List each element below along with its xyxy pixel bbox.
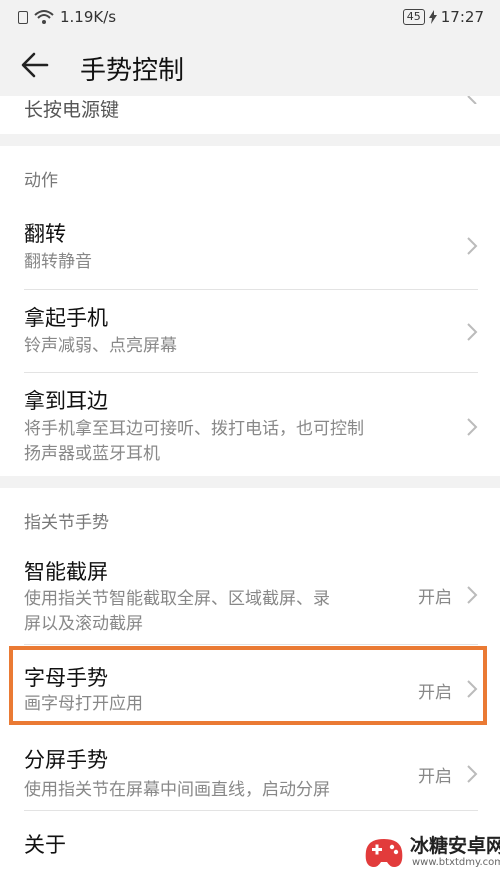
title-bar: 手势控制 [0,36,500,102]
charging-icon [428,10,437,24]
smart-screenshot-subtitle-line1: 使用指关节智能截取全屏、区域截屏、录 [24,589,330,609]
split-screen-subtitle: 使用指关节在屏幕中间画直线，启动分屏 [24,780,330,800]
power-key-card: 长按电源键 [0,96,500,134]
pickup-title: 拿起手机 [24,306,108,330]
split-screen-status: 开启 [418,767,452,787]
actions-card: 动作 翻转 翻转静音 拿起手机 铃声减弱、点亮屏幕 拿到耳边 将手机拿至耳边可接… [0,146,500,476]
chevron-right-icon [467,418,478,436]
page-title: 手势控制 [80,56,185,86]
sim-card-icon [18,10,28,24]
chevron-right-icon [467,323,478,341]
smart-screenshot-title: 智能截屏 [24,560,108,584]
pickup-subtitle: 铃声减弱、点亮屏幕 [24,336,177,356]
chevron-right-icon [467,237,478,255]
section-header-knuckle: 指关节手势 [24,513,109,533]
raise-to-ear-title: 拿到耳边 [24,389,108,413]
flip-subtitle: 翻转静音 [24,252,92,272]
list-item-split-screen-gesture[interactable]: 分屏手势 使用指关节在屏幕中间画直线，启动分屏 开启 [0,728,500,810]
battery-level: 45 [402,9,425,25]
list-item-smart-screenshot[interactable]: 智能截屏 使用指关节智能截取全屏、区域截屏、录 屏以及滚动截屏 开启 [0,546,500,644]
smart-screenshot-subtitle-line2: 屏以及滚动截屏 [24,614,143,634]
chevron-right-icon [467,765,478,783]
power-key-label: 长按电源键 [24,99,120,121]
divider [24,644,478,645]
split-screen-title: 分屏手势 [24,748,108,772]
about-title: 关于 [24,833,66,857]
chevron-right-icon [467,586,478,604]
back-arrow-icon [21,52,49,78]
chevron-right-icon [467,96,477,104]
highlight-frame [9,646,487,725]
section-header-actions: 动作 [24,171,58,191]
raise-to-ear-subtitle-line2: 扬声器或蓝牙耳机 [24,444,160,464]
raise-to-ear-subtitle-line1: 将手机拿至耳边可接听、拨打电话，也可控制 [24,419,364,439]
flip-title: 翻转 [24,222,66,246]
wifi-icon [34,10,54,24]
gamepad-logo-icon [365,839,403,867]
watermark-logo: 冰糖安卓网 www.btxtdmy.com [360,825,500,883]
smart-screenshot-status: 开启 [418,588,452,608]
network-speed: 1.19K/s [60,8,117,26]
list-item-flip[interactable]: 翻转 翻转静音 [0,204,500,290]
clock: 17:27 [440,8,484,26]
back-button[interactable] [20,50,60,86]
list-item-raise-to-ear[interactable]: 拿到耳边 将手机拿至耳边可接听、拨打电话，也可控制 扬声器或蓝牙耳机 [0,373,500,476]
watermark-url: www.btxtdmy.com [412,857,500,868]
list-item-pickup[interactable]: 拿起手机 铃声减弱、点亮屏幕 [0,290,500,372]
watermark-text: 冰糖安卓网 [410,835,500,857]
status-bar: 1.19K/s 45 17:27 [0,0,500,36]
